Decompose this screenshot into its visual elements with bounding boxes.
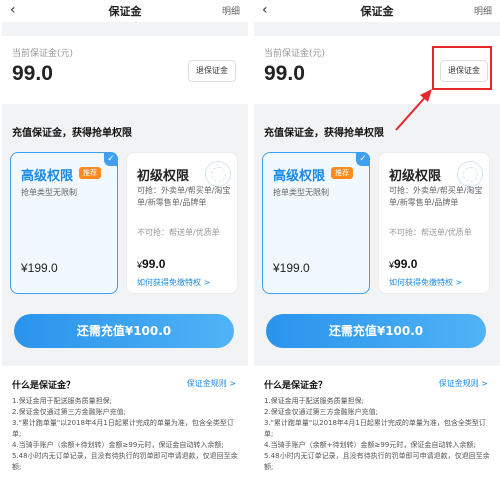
tier-description: 抢单类型无限制 bbox=[273, 188, 329, 197]
tier-price: ¥199.0 bbox=[21, 261, 58, 275]
faq-title: 什么是保证金？ bbox=[12, 381, 76, 391]
pay-button[interactable]: 还需充值¥100.0 bbox=[266, 314, 486, 348]
exempt-privilege-link[interactable]: 如何获得免缴特权 > bbox=[389, 277, 462, 288]
deposit-rules-link[interactable]: 保证金规则 > bbox=[187, 378, 236, 389]
price-value: 99.0 bbox=[142, 257, 166, 271]
rule-item: 4.当骑手账户（余额+待划转）金额≥99元时，保证金自动转入余额; bbox=[264, 441, 476, 449]
detail-link[interactable]: 明细 bbox=[474, 4, 492, 17]
deposit-rules-link[interactable]: 保证金规则 > bbox=[439, 378, 488, 389]
tier-card-junior[interactable]: 初级权限 可抢：外卖单/帮买单/淘宝单/新零售单/品牌单 不可抢：帮送单/优质单… bbox=[378, 152, 490, 294]
annotation-highlight-box bbox=[432, 46, 492, 90]
rule-item: 1.保证金用于配送服务质量担保; bbox=[12, 397, 113, 405]
rule-item: 3."累计跑单量"以2018年4月1日起累计完成的单量为准，包含全类型订单; bbox=[264, 419, 486, 438]
rules-list: 1.保证金用于配送服务质量担保; 2.保证金仅通过第三方金融账户充值; 3."累… bbox=[264, 396, 490, 473]
tier-card-senior[interactable]: ✓ 高级权限 推荐 抢单类型无限制 ¥199.0 bbox=[10, 152, 118, 294]
can-grab-text: 可抢：外卖单/帮买单/淘宝单/新零售单/品牌单 bbox=[389, 186, 483, 207]
refund-deposit-button[interactable]: 退保证金 bbox=[188, 60, 236, 82]
tier-price: ¥99.0 bbox=[137, 257, 165, 271]
recommend-badge: 推荐 bbox=[79, 167, 101, 179]
rule-item: 5.48小时内无订单记录，且没有待执行的罚单即可申请退款，仅退回至余额; bbox=[264, 452, 490, 471]
seal-icon bbox=[205, 161, 231, 187]
recommend-badge: 推荐 bbox=[331, 167, 353, 179]
exempt-privilege-link[interactable]: 如何获得免缴特权 > bbox=[137, 277, 210, 288]
seal-icon bbox=[457, 161, 483, 187]
rule-item: 3."累计跑单量"以2018年4月1日起累计完成的单量为准，包含全类型订单; bbox=[12, 419, 234, 438]
section-title: 充值保证金，获得抢单权限 bbox=[12, 128, 132, 139]
tier-name: 初级权限 bbox=[137, 169, 190, 184]
tier-name: 高级权限 bbox=[273, 169, 326, 184]
balance-label: 当前保证金(元) bbox=[12, 49, 74, 59]
check-icon: ✓ bbox=[104, 152, 118, 166]
tier-price: ¥199.0 bbox=[273, 261, 310, 275]
faq-section: 什么是保证金？ 保证金规则 > 1.保证金用于配送服务质量担保; 2.保证金仅通… bbox=[254, 366, 500, 500]
balance-value: 99.0 bbox=[12, 62, 53, 85]
tier-price: ¥99.0 bbox=[389, 257, 417, 271]
rule-item: 4.当骑手账户（余额+待划转）金额≥99元时，保证金自动转入余额; bbox=[12, 441, 224, 449]
section-title: 充值保证金，获得抢单权限 bbox=[264, 128, 384, 139]
tier-name: 高级权限 bbox=[21, 169, 74, 184]
screen-before: ‹ 保证金 明细 当前保证金(元) 99.0 退保证金 充值保证金，获得抢单权限… bbox=[2, 0, 248, 500]
check-icon: ✓ bbox=[356, 152, 370, 166]
top-bar: ‹ 保证金 明细 bbox=[2, 0, 248, 22]
cannot-grab-text: 不可抢：帮送单/优质单 bbox=[389, 228, 472, 237]
tier-description: 抢单类型无限制 bbox=[21, 188, 77, 197]
pay-button[interactable]: 还需充值¥100.0 bbox=[14, 314, 234, 348]
tier-card-senior[interactable]: ✓ 高级权限 推荐 抢单类型无限制 ¥199.0 bbox=[262, 152, 370, 294]
balance-label: 当前保证金(元) bbox=[264, 49, 326, 59]
can-grab-text: 可抢：外卖单/帮买单/淘宝单/新零售单/品牌单 bbox=[137, 186, 231, 207]
top-bar: ‹ 保证金 明细 bbox=[254, 0, 500, 22]
faq-title: 什么是保证金？ bbox=[264, 381, 328, 391]
tier-card-junior[interactable]: 初级权限 可抢：外卖单/帮买单/淘宝单/新零售单/品牌单 不可抢：帮送单/优质单… bbox=[126, 152, 238, 294]
page-title: 保证金 bbox=[360, 5, 394, 18]
price-value: 99.0 bbox=[394, 257, 418, 271]
annotation-arrow-icon bbox=[395, 89, 432, 131]
rule-item: 2.保证金仅通过第三方金融账户充值; bbox=[264, 408, 379, 416]
tier-name: 初级权限 bbox=[389, 169, 442, 184]
rules-list: 1.保证金用于配送服务质量担保; 2.保证金仅通过第三方金融账户充值; 3."累… bbox=[12, 396, 238, 473]
balance-card: 当前保证金(元) 99.0 退保证金 bbox=[2, 36, 248, 104]
rule-item: 5.48小时内无订单记录，且没有待执行的罚单即可申请退款，仅退回至余额; bbox=[12, 452, 238, 471]
page-title: 保证金 bbox=[108, 5, 142, 18]
balance-value: 99.0 bbox=[264, 62, 305, 85]
cannot-grab-text: 不可抢：帮送单/优质单 bbox=[137, 228, 220, 237]
detail-link[interactable]: 明细 bbox=[222, 4, 240, 17]
rule-item: 1.保证金用于配送服务质量担保; bbox=[264, 397, 365, 405]
rule-item: 2.保证金仅通过第三方金融账户充值; bbox=[12, 408, 127, 416]
faq-section: 什么是保证金？ 保证金规则 > 1.保证金用于配送服务质量担保; 2.保证金仅通… bbox=[2, 366, 248, 500]
